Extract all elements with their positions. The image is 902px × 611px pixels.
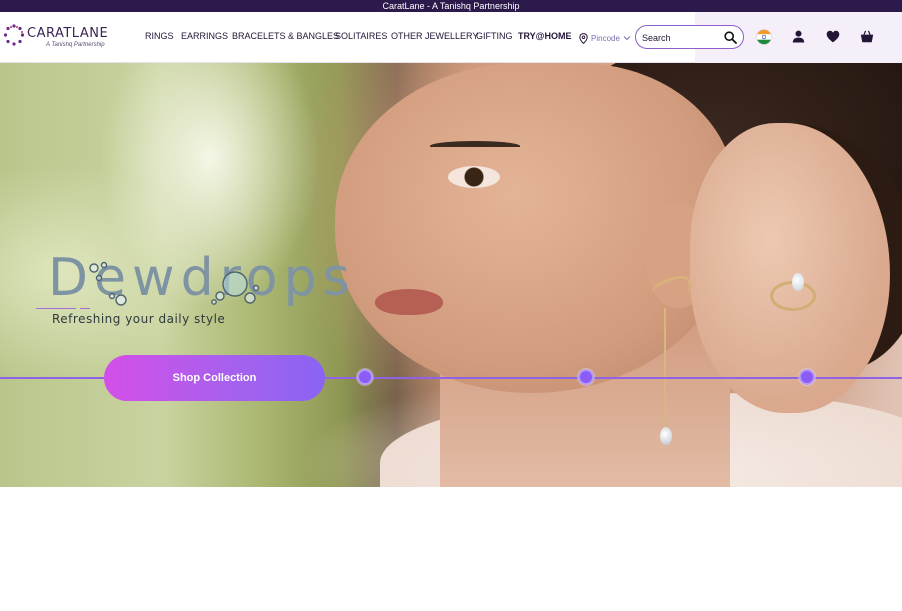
hero-banner[interactable]: Dewdrops Refreshing your daily style Sho… (0, 63, 902, 487)
page-content-area (0, 487, 902, 611)
map-pin-icon (579, 32, 588, 44)
site-header: CARATLANE A Tanishq Partnership RINGS EA… (0, 12, 902, 63)
carousel-dot-2[interactable] (578, 369, 594, 385)
hero-photo-brow (430, 141, 520, 151)
chevron-down-icon (623, 36, 631, 41)
announcement-bar: CaratLane - A Tanishq Partnership (0, 0, 902, 12)
dewdrop-bubbles-icon (89, 261, 260, 306)
pincode-label: Pincode (591, 33, 620, 43)
user-icon[interactable] (792, 30, 805, 43)
pincode-selector[interactable]: Pincode (579, 31, 631, 45)
search-box (635, 25, 744, 49)
heart-icon[interactable] (826, 30, 840, 43)
logo-wordmark: CARATLANE (27, 26, 109, 41)
hero-photo-eye (448, 166, 500, 188)
nav-bracelets-bangles[interactable]: BRACELETS & BANGLES (232, 31, 339, 41)
nav-earrings[interactable]: EARRINGS (181, 31, 228, 41)
nav-other-jewellery[interactable]: OTHER JEWELLERY (391, 31, 478, 41)
india-flag-icon[interactable] (756, 29, 772, 45)
carousel-dot-3[interactable] (799, 369, 815, 385)
search-input[interactable] (642, 30, 722, 45)
shop-collection-button[interactable]: Shop Collection (104, 355, 325, 401)
nav-gifting[interactable]: GIFTING (476, 31, 513, 41)
nav-solitaires[interactable]: SOLITAIRES (335, 31, 387, 41)
announcement-text: CaratLane - A Tanishq Partnership (382, 1, 520, 11)
logo-mark-icon (3, 24, 25, 46)
carousel-dot-1[interactable] (357, 369, 373, 385)
title-accent-line (36, 308, 76, 309)
ring-gem (792, 273, 804, 291)
logo-tagline: A Tanishq Partnership (46, 42, 105, 48)
cart-icon[interactable] (860, 30, 874, 43)
earring-drop (660, 427, 672, 445)
hero-photo-lips (375, 289, 443, 315)
search-icon[interactable] (724, 31, 737, 44)
nav-try-at-home[interactable]: TRY@HOME (518, 31, 571, 41)
hero-subtitle: Refreshing your daily style (52, 312, 226, 326)
nav-rings[interactable]: RINGS (145, 31, 174, 41)
caratlane-logo[interactable]: CARATLANE A Tanishq Partnership (3, 24, 109, 52)
earring-chain (664, 308, 666, 433)
